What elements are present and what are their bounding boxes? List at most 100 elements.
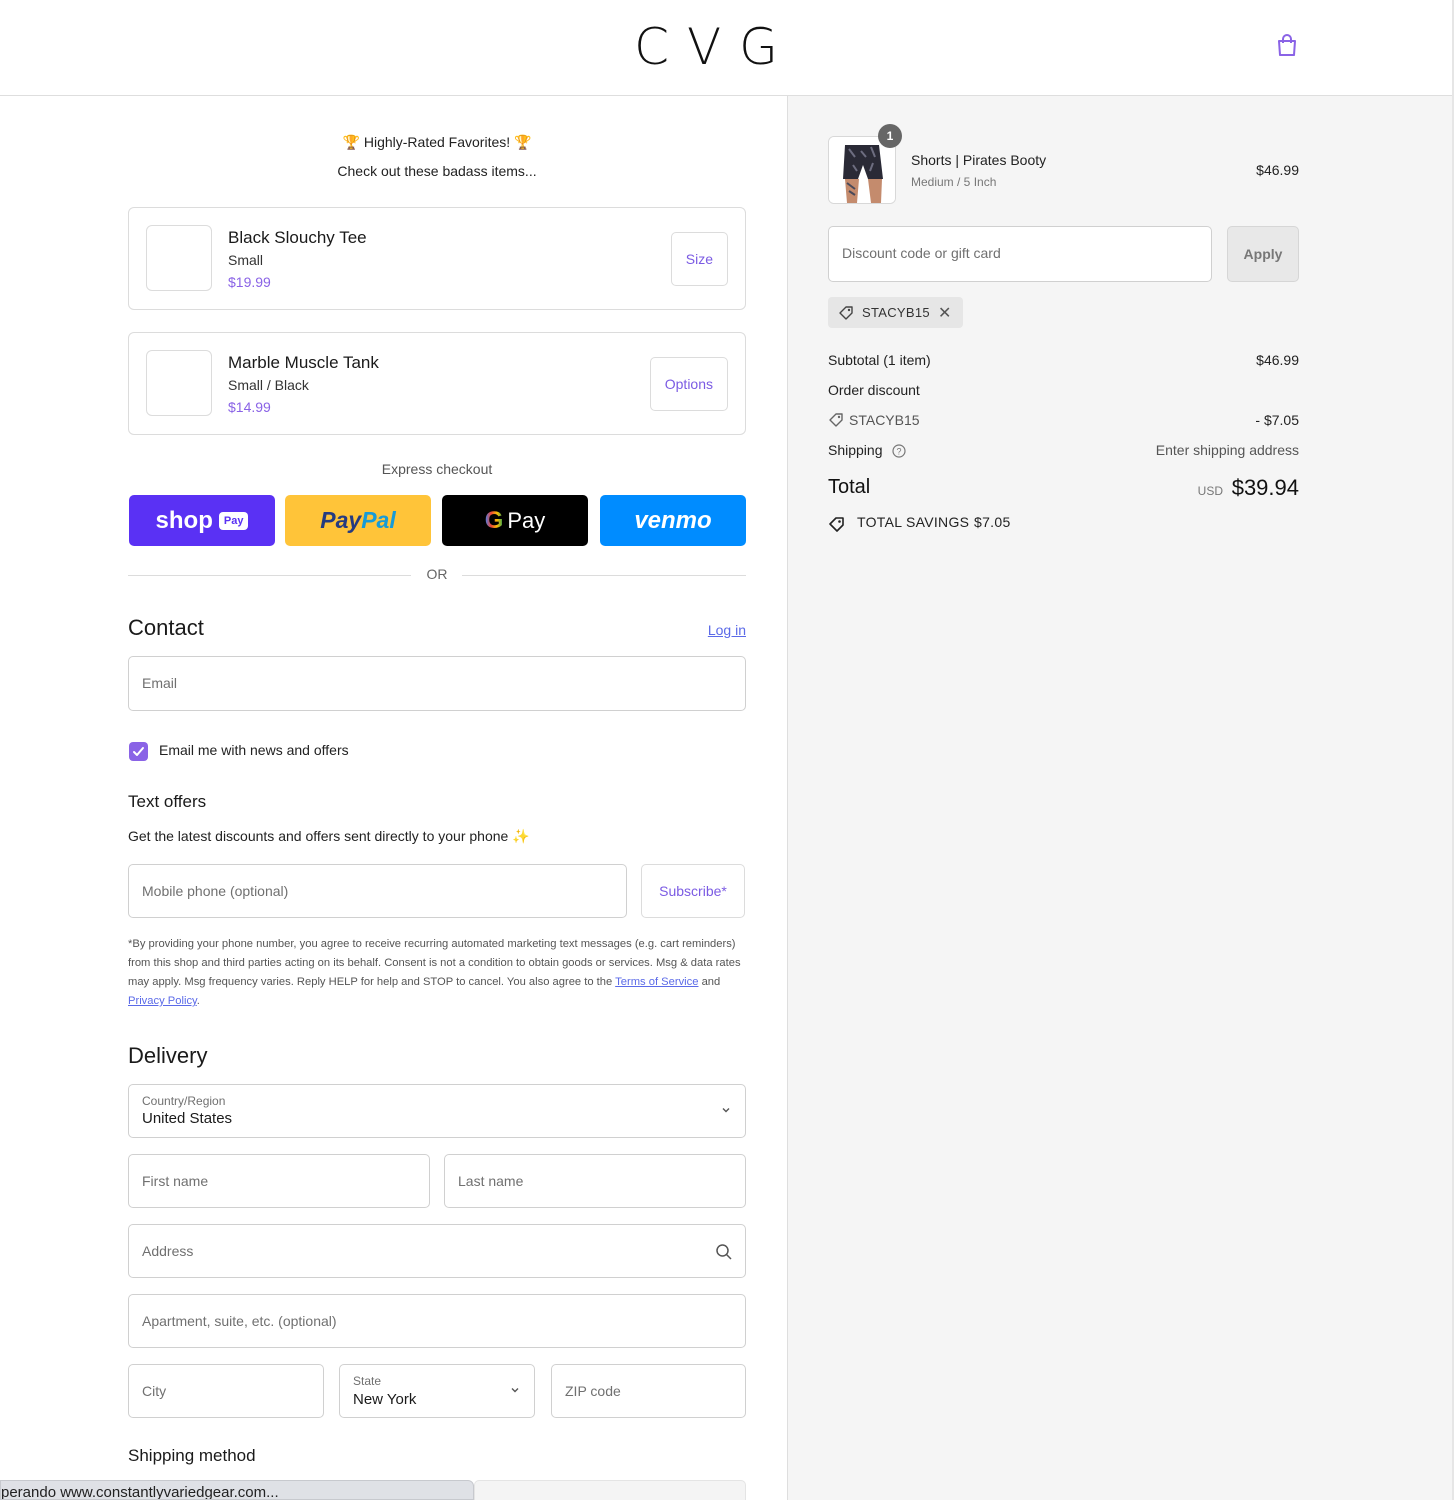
google-pay-button[interactable]: G Pay [442,495,588,546]
address-placeholder: Address [142,1243,194,1259]
total-value: $39.94 [1231,475,1299,500]
subscribe-button[interactable]: Subscribe* [641,864,745,918]
state-value: New York [353,1391,417,1408]
upsell-thumbnail [146,225,212,291]
store-logo[interactable]: CVG [0,18,1430,76]
svg-text:?: ? [896,447,901,457]
last-name-field[interactable]: Last name [444,1154,746,1208]
state-select[interactable]: State New York [339,1364,535,1418]
express-checkout-label: Express checkout [381,461,493,477]
discount-code-line: STACYB15 [849,412,920,428]
upsell-price: $14.99 [228,399,271,415]
shopping-bag-icon[interactable] [1276,33,1298,57]
first-name-field[interactable]: First name [128,1154,430,1208]
shipping-label: Shipping [828,442,883,458]
country-value: United States [142,1110,233,1127]
applied-discount-code: STACYB15 [862,305,930,320]
login-link[interactable]: Log in [708,622,746,638]
email-placeholder: Email [142,675,178,691]
apply-button[interactable]: Apply [1227,226,1299,282]
paypal-button[interactable]: Pay Pal [285,495,431,546]
city-field[interactable]: City [128,1364,324,1418]
total-currency: USD [1197,484,1223,498]
order-summary: 1 Shorts | Pirates Booty Medium / 5 Inch… [787,96,1454,1500]
order-discount-label: Order discount [828,382,920,398]
product-name: Shorts | Pirates Booty [911,152,1047,168]
upsell-subheading: Check out these badass items... [337,163,537,179]
zip-field[interactable]: ZIP code [551,1364,746,1418]
venmo-button[interactable]: venmo [600,495,746,546]
discount-code-input[interactable]: Discount code or gift card [828,226,1212,282]
tag-icon [839,306,853,320]
text-offers-description: Get the latest discounts and offers sent… [128,828,530,844]
upsell-variant: Small / Black [228,377,309,393]
address-field[interactable]: Address [128,1224,746,1278]
product-variant: Medium / 5 Inch [911,175,997,189]
first-name-placeholder: First name [142,1173,209,1189]
delivery-title: Delivery [128,1043,208,1068]
apartment-placeholder: Apartment, suite, etc. (optional) [142,1313,337,1329]
tag-icon [828,412,844,428]
chevron-down-icon [511,1388,519,1393]
shipping-method-title: Shipping method [128,1446,256,1465]
help-circle-icon[interactable]: ? [892,444,906,458]
subtotal-label: Subtotal (1 item) [828,352,931,368]
discount-amount: - $7.05 [1255,412,1299,428]
apartment-field[interactable]: Apartment, suite, etc. (optional) [128,1294,746,1348]
upsell-options-button[interactable]: Options [649,357,728,411]
text-offers-title: Text offers [128,792,207,811]
remove-discount-icon[interactable]: ✕ [938,303,951,323]
upsell-card: Marble Muscle Tank Small / Black $14.99 … [128,332,746,435]
upsell-size-button[interactable]: Size [670,232,728,286]
upsell-price: $19.99 [228,274,271,290]
paypal-word-2: Pal [361,507,396,533]
upsell-heading: 🏆 Highly-Rated Favorites! 🏆 [342,134,532,150]
shipping-value: Enter shipping address [1155,442,1299,458]
shop-pay-word: shop [155,506,213,534]
country-select[interactable]: Country/Region United States [128,1084,746,1138]
discount-placeholder: Discount code or gift card [842,245,1001,261]
country-label: Country/Region [142,1094,226,1108]
state-label: State [353,1374,382,1388]
savings-tag-icon [829,517,844,532]
applied-discount-chip: STACYB15 ✕ [828,297,963,328]
google-pay-word: Pay [507,507,546,533]
shipping-method-box[interactable] [474,1480,746,1500]
paypal-word-1: Pay [320,507,362,533]
browser-status-bar: perando www.constantlyvariedgear.com... [0,1480,474,1500]
disclaimer-end: . [196,995,200,1007]
upsell-name: Black Slouchy Tee [228,228,367,247]
newsletter-label: Email me with news and offers [159,742,349,758]
google-g-icon: G [484,506,504,534]
shop-pay-button[interactable]: shop Pay [129,495,275,546]
total-savings-label: TOTAL SAVINGS [857,514,970,530]
venmo-word: venmo [634,506,712,534]
disclaimer-and: and [698,976,721,988]
total-savings-value: $7.05 [974,514,1011,530]
subtotal-value: $46.99 [1256,352,1299,368]
last-name-placeholder: Last name [458,1173,524,1189]
contact-title: Contact [128,615,204,640]
city-placeholder: City [142,1383,167,1399]
privacy-policy-link[interactable]: Privacy Policy [128,995,197,1007]
terms-of-service-link[interactable]: Terms of Service [615,976,698,988]
or-divider-text: OR [426,566,448,582]
phone-placeholder: Mobile phone (optional) [142,883,289,899]
email-field[interactable]: Email [128,656,746,711]
upsell-thumbnail [146,350,212,416]
zip-placeholder: ZIP code [565,1383,621,1399]
mobile-phone-field[interactable]: Mobile phone (optional) [128,864,627,918]
shop-pay-badge: Pay [218,511,249,530]
product-price: $46.99 [1256,162,1299,178]
quantity-badge: 1 [878,124,902,148]
upsell-name: Marble Muscle Tank [228,353,379,372]
search-icon [716,1244,732,1260]
checkmark-icon [133,747,144,756]
total-label: Total [828,476,871,498]
chevron-down-icon [722,1108,730,1113]
upsell-card: Black Slouchy Tee Small $19.99 Size [128,207,746,310]
upsell-variant: Small [228,252,264,268]
newsletter-checkbox[interactable] [129,742,148,761]
checkout-header: CVG [0,0,1452,96]
sms-disclaimer: *By providing your phone number, you agr… [128,935,748,1011]
